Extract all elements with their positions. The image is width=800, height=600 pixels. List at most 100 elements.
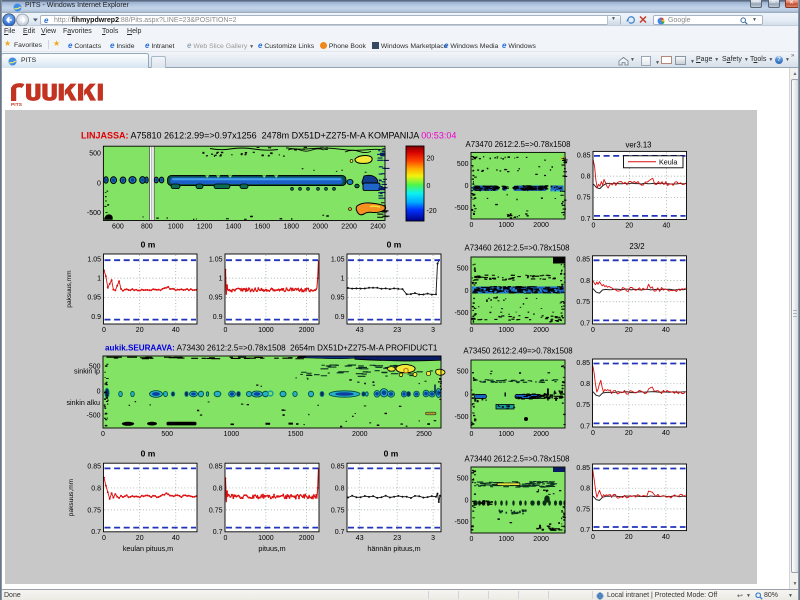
- svg-text:aukik.SEURAAVA: A73430 2612:2.: aukik.SEURAAVA: A73430 2612:2.5=>0.78x15…: [105, 344, 438, 353]
- svg-text:0: 0: [465, 497, 469, 504]
- svg-text:0.7: 0.7: [213, 529, 223, 536]
- svg-text:0.7: 0.7: [580, 423, 590, 430]
- svg-text:0: 0: [470, 222, 474, 229]
- svg-text:A73460 2612:2.5=>0.78x1508: A73460 2612:2.5=>0.78x1508: [465, 243, 570, 252]
- svg-text:2200: 2200: [341, 224, 357, 231]
- svg-text:0.95: 0.95: [87, 295, 101, 302]
- svg-text:0.95: 0.95: [209, 295, 223, 302]
- svg-text:Keula: Keula: [659, 157, 677, 166]
- svg-text:0.9: 0.9: [91, 314, 101, 321]
- svg-text:A73470 2612:2.5=>0.78x1508: A73470 2612:2.5=>0.78x1508: [466, 140, 571, 149]
- svg-text:1800: 1800: [284, 224, 300, 231]
- svg-text:pituus,m: pituus,m: [258, 544, 285, 553]
- svg-text:0: 0: [470, 327, 474, 334]
- svg-text:43: 43: [356, 535, 364, 542]
- svg-text:1000: 1000: [224, 431, 240, 438]
- svg-text:1: 1: [219, 276, 223, 283]
- svg-text:600: 600: [112, 224, 124, 231]
- svg-text:0: 0: [465, 183, 469, 190]
- svg-text:43: 43: [356, 327, 364, 334]
- svg-text:0.75: 0.75: [576, 299, 590, 306]
- svg-text:1000: 1000: [499, 536, 515, 543]
- svg-text:0 m: 0 m: [384, 449, 399, 459]
- svg-text:0: 0: [102, 327, 106, 334]
- svg-text:0.85: 0.85: [576, 465, 590, 472]
- svg-text:0: 0: [591, 430, 595, 437]
- svg-text:2000: 2000: [352, 431, 368, 438]
- svg-text:0 m: 0 m: [387, 239, 402, 249]
- svg-text:2000: 2000: [312, 224, 328, 231]
- svg-text:3: 3: [431, 535, 435, 542]
- svg-text:0.85: 0.85: [577, 152, 591, 159]
- svg-text:0.8: 0.8: [580, 381, 590, 388]
- svg-text:2000: 2000: [533, 327, 549, 334]
- svg-text:paksuus,mm: paksuus,mm: [68, 478, 75, 516]
- svg-text:2400: 2400: [370, 224, 386, 231]
- svg-text:0: 0: [465, 391, 469, 398]
- svg-text:0.75: 0.75: [331, 507, 345, 514]
- svg-text:-500: -500: [454, 519, 468, 526]
- svg-text:-500: -500: [454, 414, 468, 421]
- svg-text:0.75: 0.75: [576, 506, 590, 513]
- svg-text:0: 0: [102, 535, 106, 542]
- svg-text:20: 20: [136, 535, 144, 542]
- svg-text:0: 0: [591, 327, 595, 334]
- svg-text:500: 500: [161, 431, 173, 438]
- svg-text:0: 0: [465, 288, 469, 295]
- svg-text:500: 500: [457, 369, 469, 376]
- svg-text:0: 0: [470, 431, 474, 438]
- svg-text:40: 40: [662, 430, 670, 437]
- svg-text:1: 1: [97, 276, 101, 283]
- svg-text:40: 40: [663, 223, 671, 230]
- svg-text:1: 1: [341, 276, 345, 283]
- svg-text:0.85: 0.85: [576, 257, 590, 264]
- svg-text:0.8: 0.8: [335, 485, 345, 492]
- svg-text:0.85: 0.85: [87, 463, 101, 470]
- svg-text:sinkin lp: sinkin lp: [74, 366, 100, 375]
- svg-text:0.75: 0.75: [577, 195, 591, 202]
- svg-text:0: 0: [470, 536, 474, 543]
- svg-text:20: 20: [625, 327, 633, 334]
- svg-text:2000: 2000: [299, 327, 315, 334]
- svg-text:0.7: 0.7: [580, 527, 590, 534]
- svg-text:ver3.13: ver3.13: [625, 141, 651, 150]
- svg-text:40: 40: [662, 327, 670, 334]
- svg-text:-500: -500: [87, 210, 101, 217]
- svg-text:2000: 2000: [533, 222, 549, 229]
- svg-text:-500: -500: [454, 205, 468, 212]
- svg-text:paksuus,mm: paksuus,mm: [66, 270, 73, 308]
- svg-text:LINJASSA: A75810 2612:2.99=>0.: LINJASSA: A75810 2612:2.99=>0.97x1256 24…: [81, 131, 456, 141]
- svg-text:500: 500: [457, 476, 469, 483]
- svg-text:-20: -20: [427, 208, 437, 215]
- svg-text:0.75: 0.75: [209, 507, 223, 514]
- svg-text:0.9: 0.9: [335, 314, 345, 321]
- svg-text:1000: 1000: [258, 327, 274, 334]
- svg-text:23: 23: [393, 327, 401, 334]
- svg-text:23: 23: [393, 535, 401, 542]
- svg-text:0.75: 0.75: [87, 507, 101, 514]
- svg-text:0: 0: [101, 431, 105, 438]
- svg-text:0.85: 0.85: [576, 360, 590, 367]
- svg-text:0: 0: [224, 535, 228, 542]
- svg-text:3: 3: [431, 327, 435, 334]
- svg-text:500: 500: [457, 161, 469, 168]
- svg-text:0.95: 0.95: [331, 295, 345, 302]
- svg-text:0: 0: [97, 181, 101, 188]
- svg-text:0.7: 0.7: [581, 216, 591, 223]
- svg-text:0: 0: [224, 327, 228, 334]
- svg-text:1200: 1200: [197, 224, 213, 231]
- svg-text:0.85: 0.85: [209, 463, 223, 470]
- svg-text:hännän pituus,m: hännän pituus,m: [367, 544, 420, 553]
- svg-text:0.8: 0.8: [581, 174, 591, 181]
- svg-text:40: 40: [172, 535, 180, 542]
- svg-text:20: 20: [625, 430, 633, 437]
- svg-text:0 m: 0 m: [141, 449, 156, 459]
- svg-text:40: 40: [662, 534, 670, 541]
- svg-text:1500: 1500: [288, 431, 304, 438]
- svg-text:0.75: 0.75: [576, 402, 590, 409]
- svg-text:0.7: 0.7: [335, 529, 345, 536]
- svg-text:500: 500: [457, 266, 469, 273]
- svg-text:1.05: 1.05: [87, 256, 101, 263]
- svg-text:0.8: 0.8: [580, 486, 590, 493]
- svg-text:0: 0: [591, 534, 595, 541]
